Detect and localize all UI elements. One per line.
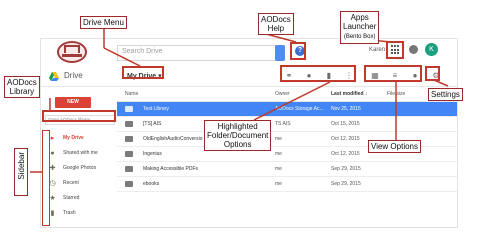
clock-icon: ◷: [49, 180, 56, 187]
app-title: Drive: [64, 71, 83, 80]
row-modified: Sep 29, 2015: [331, 166, 361, 172]
highlighted-options-box: [280, 65, 356, 82]
row-owner: TS AIS: [275, 121, 291, 127]
sidebar-item-label: Google Photos: [63, 165, 97, 171]
aodocs-help-callout: AODocs Help: [258, 13, 294, 35]
search-icon[interactable]: [275, 45, 285, 61]
search-placeholder: Search Drive: [122, 48, 163, 55]
aodocs-library-callout: AODocs Library: [4, 76, 40, 98]
column-last-modified[interactable]: Last modified ↓: [331, 91, 367, 97]
row-owner: AODocs Storage Ac...: [275, 106, 324, 112]
row-modified: Nov 25, 2015: [331, 106, 361, 112]
sidebar-item-label: Recent: [63, 180, 79, 186]
column-owner[interactable]: Owner: [275, 91, 290, 97]
shared-folder-icon: [125, 106, 133, 112]
table-row[interactable]: [TS] AIS TS AIS Oct 15, 2015: [117, 117, 457, 132]
row-owner: me: [275, 166, 282, 172]
column-name[interactable]: Name: [125, 91, 138, 97]
sidebar-item-label: Trash: [63, 210, 76, 216]
file-list-header: Name Owner Last modified ↓ File size: [117, 87, 457, 102]
row-name: Test Library: [143, 106, 169, 112]
folder-icon: [125, 181, 133, 187]
drive-menu-callout: Drive Menu: [80, 16, 127, 29]
apps-launcher-highlight-box: [386, 41, 404, 59]
help-highlight-box: [290, 42, 306, 60]
row-owner: me: [275, 151, 282, 157]
row-name: Making Accessible PDFs: [143, 166, 199, 172]
row-name: Ingenius: [143, 151, 162, 157]
row-modified: Oct 15, 2015: [331, 121, 360, 127]
sidebar-item-label: Starred: [63, 195, 80, 201]
row-modified: Sep 29, 2015: [331, 181, 361, 187]
apps-launcher-callout: Apps Launcher (Bento Box): [340, 11, 380, 44]
institution-logo[interactable]: [57, 41, 87, 63]
sidebar-item-label: My Drive: [63, 135, 84, 141]
row-name: OldEnglishAudioConversio: [143, 136, 203, 142]
table-row[interactable]: Making Accessible PDFs me Sep 29, 2015: [117, 162, 457, 177]
aodocs-library-highlight-box: [42, 110, 116, 122]
shared-folder-icon: [125, 121, 133, 127]
drive-folder-icon: ▸: [50, 135, 55, 142]
sidebar-highlight-box: [42, 130, 50, 226]
sidebar: NEW Open AODocs library ▸ My Drive ● Sha…: [41, 87, 117, 227]
view-options-callout: View Options: [368, 140, 421, 153]
drive-menu-highlight-box: [122, 66, 164, 79]
table-row[interactable]: ebooks me Sep 29, 2015: [117, 177, 457, 192]
folder-icon: [125, 151, 133, 157]
row-name: ebooks: [143, 181, 160, 187]
sidebar-item-shared-with-me[interactable]: ● Shared with me: [47, 148, 117, 160]
file-list: Name Owner Last modified ↓ File size Tes…: [117, 87, 457, 227]
avatar[interactable]: K: [425, 43, 438, 56]
row-name: [TS] AIS: [143, 121, 162, 127]
row-modified: Oct 12, 2015: [331, 136, 360, 142]
user-name: Karen: [369, 47, 386, 53]
sidebar-item-trash[interactable]: ▮ Trash: [47, 208, 117, 220]
highlighted-options-callout: Highlighted Folder/Document Options: [204, 120, 272, 151]
star-icon: ★: [49, 195, 56, 202]
settings-callout: Settings: [428, 88, 463, 101]
sidebar-item-my-drive[interactable]: ▸ My Drive: [47, 133, 117, 145]
drive-logo-icon: [49, 72, 59, 81]
row-modified: Oct 12, 2015: [331, 151, 360, 157]
folder-icon: [125, 166, 133, 172]
search-input[interactable]: Search Drive: [117, 45, 285, 61]
trash-icon: ▮: [50, 210, 55, 217]
notifications-icon[interactable]: [409, 45, 418, 54]
view-options-box: [364, 65, 422, 82]
row-owner: me: [275, 181, 282, 187]
column-file-size[interactable]: File size: [387, 91, 405, 97]
people-icon: ●: [50, 150, 55, 157]
sidebar-item-label: Shared with me: [63, 150, 98, 156]
table-row[interactable]: Test Library AODocs Storage Ac... Nov 25…: [117, 102, 457, 117]
row-owner: me: [275, 136, 282, 142]
photos-icon: ✚: [49, 165, 56, 172]
settings-highlight-box: [425, 66, 440, 81]
sidebar-callout: Sidebar: [14, 148, 28, 196]
new-button[interactable]: NEW: [55, 97, 91, 108]
sidebar-item-google-photos[interactable]: ✚ Google Photos: [47, 163, 117, 175]
sidebar-item-recent[interactable]: ◷ Recent: [47, 178, 117, 190]
folder-icon: [125, 136, 133, 142]
sidebar-item-starred[interactable]: ★ Starred: [47, 193, 117, 205]
